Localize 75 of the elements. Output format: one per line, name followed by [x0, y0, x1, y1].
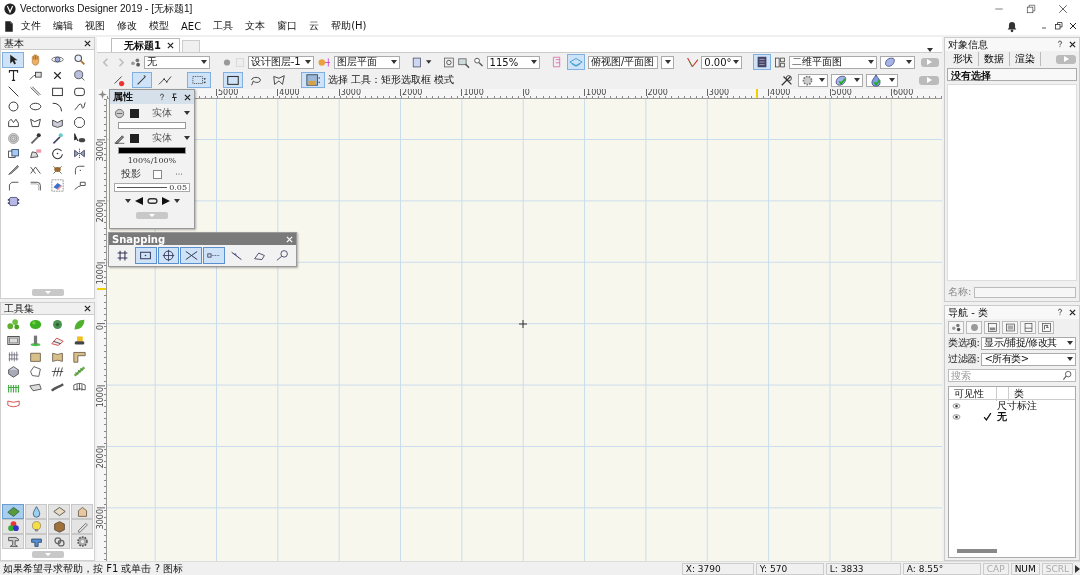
menu-item[interactable]: 窗口 — [271, 19, 304, 33]
ruler-label: 2000 — [645, 89, 668, 96]
filter-dropdown[interactable]: <所有类> — [981, 352, 1076, 366]
line-weight-field[interactable]: 0.05 — [114, 183, 190, 192]
menu-item[interactable]: 编辑 — [47, 19, 79, 33]
ruler-label: 0 — [97, 323, 105, 331]
menu-item[interactable]: AEC — [175, 20, 208, 32]
length-readout: L: 3833 — [825, 562, 901, 575]
info-tab[interactable]: 渲染 — [1010, 52, 1041, 66]
menu-item[interactable]: 工具 — [207, 19, 240, 33]
ruler-label: 6000 — [890, 89, 914, 96]
layer-plane-dropdown[interactable]: 图层平面 — [334, 55, 400, 69]
ruler-label: 0 — [522, 89, 530, 96]
tool-mode-label: 工具：矩形选取框 — [351, 73, 431, 87]
menu-item[interactable]: 修改 — [111, 19, 143, 33]
key-indicator: SCRL — [1041, 562, 1073, 575]
menu-item[interactable]: 云 — [303, 19, 326, 33]
opacity-value[interactable]: 100%/100% — [127, 156, 177, 165]
class-options-dropdown[interactable]: 显示/捕捉/修改其 — [981, 336, 1076, 350]
palette-title: Snapping — [112, 233, 167, 245]
selection-status: 没有选择 — [947, 68, 1077, 81]
column-header[interactable]: 可见性 — [949, 387, 997, 401]
search-field[interactable]: 搜索 — [948, 369, 1076, 382]
class-dropdown[interactable]: 无 — [144, 55, 211, 69]
class-name[interactable]: 尺寸标注 — [997, 400, 1075, 411]
ruler-label: 5000 — [216, 89, 239, 96]
ruler-label: 1000 — [97, 384, 105, 407]
menu-item[interactable]: 文件 — [15, 19, 47, 33]
tool-mode-label: 选择 — [328, 73, 348, 87]
pen-style[interactable]: 实体 — [144, 131, 179, 145]
angle-field[interactable]: 0.00° — [701, 55, 742, 69]
ruler-label: 2000 — [97, 446, 105, 469]
class-name[interactable]: 无 — [997, 411, 1075, 422]
help-message: 如果希望寻求帮助，按 F1 或单击 ? 图标 — [3, 561, 185, 575]
ruler-label: 4000 — [768, 89, 791, 96]
column-header[interactable]: 类 — [1009, 387, 1075, 401]
y-coordinate: Y: 570 — [755, 562, 824, 575]
info-tab[interactable]: 数据 — [979, 52, 1010, 66]
palette-title: 工具集 — [4, 301, 34, 316]
filter-label: 过滤器: — [948, 352, 980, 366]
palette-title: 对象信息 — [948, 37, 988, 52]
ruler-label: 3000 — [97, 139, 105, 162]
ruler-label: 2000 — [97, 200, 105, 223]
ruler-label: 3000 — [338, 89, 362, 96]
angle-readout: A: 8.55° — [902, 562, 981, 575]
ruler-label: 2000 — [400, 89, 423, 96]
palette-title: 基本 — [4, 36, 24, 51]
ruler-label: 1000 — [461, 89, 484, 96]
menu-item[interactable]: 视图 — [79, 19, 111, 33]
ruler-label: 3000 — [97, 507, 105, 530]
key-indicator: CAP — [982, 562, 1009, 575]
zoom-field[interactable]: 115% — [486, 55, 540, 69]
menu-item[interactable]: 帮助(H) — [325, 19, 373, 33]
ruler-label: 4000 — [277, 89, 300, 96]
ruler-label: 1000 — [97, 261, 105, 285]
ruler-label: 3000 — [706, 89, 730, 96]
menu-item[interactable]: 模型 — [143, 19, 175, 33]
info-tab[interactable]: 形状 — [948, 52, 979, 66]
window-title: Vectorworks Designer 2019 - [无标题1] — [20, 1, 194, 16]
palette-title: 导航 - 类 — [948, 305, 988, 320]
palette-title: 属性 — [113, 90, 134, 104]
name-label: 名称: — [948, 285, 972, 299]
fill-style[interactable]: 实体 — [144, 106, 179, 120]
tool-mode-label: 模式 — [434, 73, 454, 87]
shadow-label: 投影 — [120, 167, 141, 181]
ruler-label: 5000 — [829, 89, 852, 96]
ruler-label: 1000 — [584, 89, 607, 96]
render-dropdown[interactable]: 二维平面图 — [789, 55, 877, 69]
x-coordinate: X: 3790 — [681, 562, 754, 575]
layer-dropdown[interactable]: 设计图层-1 — [247, 55, 314, 69]
view-dropdown[interactable]: 俯视图/平面图 — [587, 55, 658, 69]
class-options-label: 类选项: — [948, 336, 980, 350]
menu-item[interactable]: 文本 — [239, 19, 272, 33]
document-tab[interactable]: 无标题1 — [111, 38, 180, 52]
key-indicator: NUM — [1010, 562, 1040, 575]
